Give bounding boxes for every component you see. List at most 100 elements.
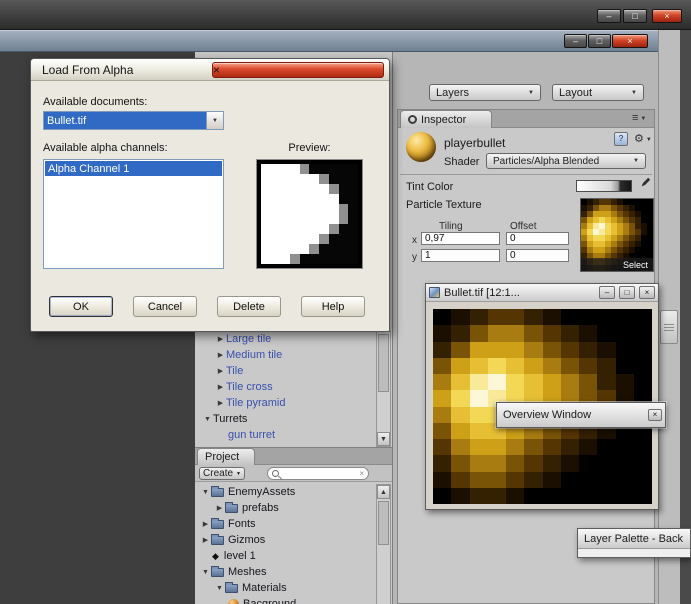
foldout-closed-icon[interactable]: ▶ <box>215 400 226 407</box>
chevron-down-icon: ▼ <box>236 470 241 477</box>
overview-window-title: Overview Window <box>503 409 592 421</box>
project-scrollbar[interactable]: ▲ <box>376 484 391 604</box>
dialog-titlebar[interactable]: Load From Alpha × <box>31 59 389 81</box>
outer-scrollbar-thumb[interactable] <box>660 310 678 344</box>
tab-inspector[interactable]: Inspector <box>400 110 492 128</box>
project-item-materials[interactable]: ▼ Materials <box>195 580 376 596</box>
project-item-meshes[interactable]: ▼ Meshes <box>195 564 376 580</box>
tiling-x-field[interactable] <box>421 232 500 245</box>
outer-maximize-button[interactable]: □ <box>623 9 647 23</box>
chevron-down-icon: ▼ <box>631 89 637 96</box>
foldout-closed-icon[interactable]: ▶ <box>200 537 211 544</box>
alpha-channels-listbox[interactable]: Alpha Channel 1 <box>43 159 224 269</box>
outer-close-button[interactable]: × <box>652 9 682 23</box>
project-item-prefabs[interactable]: ▶ prefabs <box>195 500 376 516</box>
project-scroll-up-button[interactable]: ▲ <box>377 485 390 499</box>
material-preview-sphere[interactable] <box>406 132 436 162</box>
hierarchy-scrollbar-thumb[interactable] <box>378 334 389 392</box>
editor-maximize-button[interactable]: □ <box>588 34 611 48</box>
project-item-level-1[interactable]: ◆ level 1 <box>195 548 376 564</box>
foldout-open-icon[interactable]: ▼ <box>202 416 213 423</box>
foldout-open-icon[interactable]: ▼ <box>200 489 211 496</box>
project-search[interactable]: × <box>267 467 369 480</box>
dialog-title: Load From Alpha <box>42 62 134 77</box>
editor-minimize-button[interactable]: – <box>564 34 587 48</box>
hierarchy-item-turrets[interactable]: ▼ Turrets <box>195 411 376 427</box>
hierarchy-item-gun-turret[interactable]: gun turret <box>195 427 376 443</box>
doc-help-icon[interactable]: ? <box>614 132 628 146</box>
project-scrollbar-thumb[interactable] <box>378 501 389 545</box>
dialog-close-button[interactable]: × <box>212 61 384 78</box>
foldout-open-icon[interactable]: ▼ <box>214 585 225 592</box>
hierarchy-item-tile-pyramid[interactable]: ▶ Tile pyramid <box>195 395 376 411</box>
hierarchy-scroll-down-button[interactable]: ▼ <box>377 432 390 446</box>
hierarchy-item-large-tile[interactable]: ▶ Large tile <box>195 331 376 347</box>
project-item-fonts[interactable]: ▶ Fonts <box>195 516 376 532</box>
project-item-gizmos[interactable]: ▶ Gizmos <box>195 532 376 548</box>
cancel-button[interactable]: Cancel <box>133 296 197 317</box>
combobox-arrow-button[interactable]: ▼ <box>206 112 223 129</box>
delete-button[interactable]: Delete <box>217 296 281 317</box>
outer-window-titlebar[interactable]: – □ × <box>0 0 691 30</box>
layers-dropdown[interactable]: Layers ▼ <box>429 84 541 101</box>
outer-minimize-button[interactable]: – <box>597 9 621 23</box>
create-button[interactable]: Create ▼ <box>199 467 245 480</box>
shader-dropdown[interactable]: Particles/Alpha Blended ▼ <box>486 153 646 169</box>
particle-texture-label: Particle Texture <box>406 199 482 211</box>
texture-window-minimize-button[interactable]: – <box>599 286 615 299</box>
shader-label: Shader <box>444 156 480 168</box>
hierarchy-item-tile[interactable]: ▶ Tile <box>195 363 376 379</box>
project-item-enemyassets[interactable]: ▼ EnemyAssets <box>195 484 376 500</box>
layout-dropdown[interactable]: Layout ▼ <box>552 84 644 101</box>
row-y-label: y <box>412 252 417 263</box>
folder-icon <box>211 533 224 545</box>
editor-close-button[interactable]: × <box>612 34 648 48</box>
ok-button[interactable]: OK <box>49 296 113 317</box>
foldout-closed-icon[interactable]: ▶ <box>215 336 226 343</box>
foldout-closed-icon[interactable]: ▶ <box>215 368 226 375</box>
eyedropper-icon[interactable] <box>638 177 651 191</box>
chevron-down-icon: ▼ <box>212 117 218 124</box>
texture-window-close-button[interactable]: × <box>639 286 655 299</box>
folder-icon <box>225 581 238 593</box>
gear-icon[interactable]: ⚙ ▼ <box>634 134 652 145</box>
alpha-channel-item-selected[interactable]: Alpha Channel 1 <box>45 161 222 176</box>
foldout-closed-icon[interactable]: ▶ <box>214 505 225 512</box>
inspector-divider <box>400 174 652 175</box>
overview-window-titlebar[interactable]: Overview Window × <box>497 403 665 427</box>
hierarchy-item-tile-cross[interactable]: ▶ Tile cross <box>195 379 376 395</box>
project-search-input[interactable] <box>282 468 357 479</box>
foldout-closed-icon[interactable]: ▶ <box>200 521 211 528</box>
help-button[interactable]: Help <box>301 296 365 317</box>
scroll-up-icon: ▲ <box>380 488 387 496</box>
overview-window-close-button[interactable]: × <box>648 409 662 421</box>
minimize-icon: – <box>572 35 578 46</box>
hierarchy-scrollbar[interactable]: ▼ <box>376 331 391 447</box>
foldout-open-icon[interactable]: ▼ <box>200 569 211 576</box>
offset-x-field[interactable] <box>506 232 569 245</box>
particle-texture-thumbnail[interactable]: Select <box>580 198 654 272</box>
offset-y-field[interactable] <box>506 249 569 262</box>
search-icon <box>272 470 279 477</box>
editor-window-titlebar[interactable]: – □ × <box>0 30 658 52</box>
foldout-closed-icon[interactable]: ▶ <box>215 384 226 391</box>
folder-icon <box>225 501 238 513</box>
available-documents-label: Available documents: <box>43 96 148 108</box>
layer-palette-titlebar[interactable]: Layer Palette - Back <box>578 529 690 549</box>
documents-combobox-value: Bullet.tif <box>44 112 206 129</box>
foldout-closed-icon[interactable]: ▶ <box>215 352 226 359</box>
select-texture-button[interactable]: Select <box>581 258 653 271</box>
documents-combobox[interactable]: Bullet.tif ▼ <box>43 111 224 130</box>
tiling-y-field[interactable] <box>421 249 500 262</box>
folder-icon <box>211 565 224 577</box>
tab-project[interactable]: Project <box>197 448 255 465</box>
texture-window-maximize-button[interactable]: □ <box>619 286 635 299</box>
hierarchy-item-medium-tile[interactable]: ▶ Medium tile <box>195 347 376 363</box>
texture-window-titlebar[interactable]: Bullet.tif [12:1... – □ × <box>426 284 658 302</box>
screen-right-edge <box>680 30 691 604</box>
tint-color-swatch[interactable] <box>576 180 632 192</box>
panel-menu-icon[interactable]: ≡ ▼ <box>632 113 646 124</box>
alpha-preview-box <box>256 159 363 269</box>
clear-search-icon[interactable]: × <box>359 469 364 478</box>
project-item-bacground[interactable]: Bacground <box>195 596 376 604</box>
